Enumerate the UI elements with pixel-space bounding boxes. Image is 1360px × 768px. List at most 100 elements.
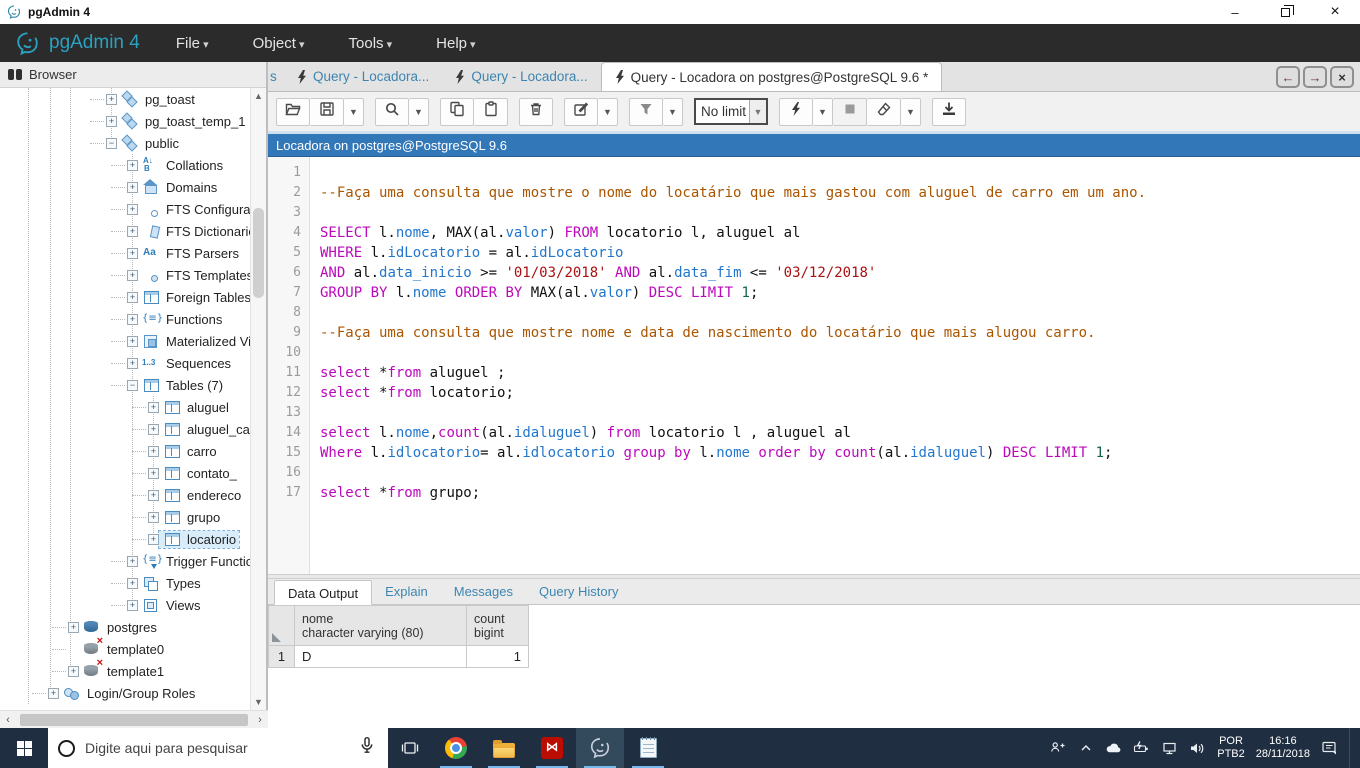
- paste-button[interactable]: [474, 97, 508, 126]
- expand-icon[interactable]: +: [148, 533, 159, 545]
- expand-icon[interactable]: +: [127, 291, 138, 303]
- edit-button[interactable]: [564, 97, 598, 126]
- tree-item-locatorio[interactable]: + locatorio: [0, 528, 252, 550]
- tree-item-fts-templates[interactable]: + FTS Templates: [0, 264, 252, 286]
- find-dropdown-button[interactable]: ▼: [409, 97, 429, 126]
- row-number[interactable]: 1: [268, 645, 295, 668]
- find-button[interactable]: [375, 97, 409, 126]
- clock[interactable]: 16:16 28/11/2018: [1256, 735, 1310, 761]
- output-tab-query-history[interactable]: Query History: [526, 579, 631, 604]
- tree-item-grupo[interactable]: + grupo: [0, 506, 252, 528]
- expand-icon[interactable]: +: [127, 203, 138, 215]
- expand-icon[interactable]: +: [127, 335, 138, 347]
- cell[interactable]: D: [294, 645, 467, 668]
- tab-scroll-left-button[interactable]: ←: [1276, 66, 1300, 88]
- taskbar-search-input[interactable]: Digite aqui para pesquisar: [48, 728, 388, 768]
- filter-button[interactable]: [629, 97, 663, 126]
- show-desktop-button[interactable]: [1349, 728, 1354, 768]
- row-limit-select[interactable]: No limit ▼: [694, 98, 768, 125]
- network-icon[interactable]: [1161, 740, 1178, 757]
- expand-icon[interactable]: +: [127, 555, 138, 567]
- tree-item-endereco[interactable]: + endereco: [0, 484, 252, 506]
- tree-item-foreign-tables[interactable]: + Foreign Tables: [0, 286, 252, 308]
- tree-item-pg-toast[interactable]: + pg_toast: [0, 88, 252, 110]
- tree-item-trigger-functions[interactable]: + Trigger Functions: [0, 550, 252, 572]
- expand-icon[interactable]: +: [106, 93, 117, 105]
- start-button[interactable]: [0, 728, 48, 768]
- collapse-icon[interactable]: −: [127, 379, 138, 391]
- taskbar-app-chrome[interactable]: [432, 728, 480, 768]
- expand-icon[interactable]: +: [127, 181, 138, 193]
- expand-icon[interactable]: +: [148, 423, 159, 435]
- tree-item-fts-configurations[interactable]: + FTS Configurations: [0, 198, 252, 220]
- tree-item-pg-toast-temp-1[interactable]: + pg_toast_temp_1: [0, 110, 252, 132]
- tree-item-domains[interactable]: + Domains: [0, 176, 252, 198]
- taskbar-app-notepad[interactable]: [624, 728, 672, 768]
- tree-item-types[interactable]: + Types: [0, 572, 252, 594]
- tree-item-login-group-roles[interactable]: + Login/Group Roles: [0, 682, 252, 704]
- scrollbar-thumb[interactable]: [20, 713, 248, 726]
- execute-button[interactable]: [779, 97, 813, 126]
- expand-icon[interactable]: +: [148, 511, 159, 523]
- expand-icon[interactable]: +: [148, 489, 159, 501]
- expand-icon[interactable]: +: [68, 621, 79, 633]
- scroll-down-icon[interactable]: ▼: [251, 694, 266, 710]
- save-dropdown-button[interactable]: ▼: [344, 97, 364, 126]
- expand-icon[interactable]: +: [68, 665, 79, 677]
- tree-vertical-scrollbar[interactable]: ▲ ▼: [250, 88, 266, 710]
- select-all-corner[interactable]: [268, 605, 295, 646]
- tree-item-views[interactable]: + Views: [0, 594, 252, 616]
- expand-icon[interactable]: +: [127, 599, 138, 611]
- clear-dropdown-button[interactable]: ▼: [901, 97, 921, 126]
- open-file-button[interactable]: [276, 97, 310, 126]
- expand-icon[interactable]: +: [127, 225, 138, 237]
- tree-item-fts-parsers[interactable]: + FTS Parsers: [0, 242, 252, 264]
- output-tab-data-output[interactable]: Data Output: [274, 580, 373, 605]
- tree-item-sequences[interactable]: + Sequences: [0, 352, 252, 374]
- restore-button[interactable]: [1260, 0, 1310, 24]
- query-tab-1[interactable]: Query - Locadora...: [284, 62, 442, 91]
- scrollbar-thumb[interactable]: [253, 208, 264, 298]
- expand-icon[interactable]: +: [127, 159, 138, 171]
- menu-object[interactable]: Object: [253, 35, 305, 52]
- filter-dropdown-button[interactable]: ▼: [663, 97, 683, 126]
- edit-dropdown-button[interactable]: ▼: [598, 97, 618, 126]
- menu-tools[interactable]: Tools: [349, 35, 393, 52]
- tree-item-materialized-views[interactable]: + Materialized Views: [0, 330, 252, 352]
- expand-icon[interactable]: +: [148, 445, 159, 457]
- expand-icon[interactable]: +: [148, 467, 159, 479]
- menu-file[interactable]: File: [176, 35, 209, 52]
- tree-item-template0[interactable]: +×template0: [0, 636, 252, 660]
- onedrive-icon[interactable]: [1105, 740, 1122, 757]
- expand-icon[interactable]: +: [127, 313, 138, 325]
- battery-icon[interactable]: [1133, 740, 1150, 757]
- taskbar-app-acrobat[interactable]: [528, 728, 576, 768]
- save-button[interactable]: [310, 97, 344, 126]
- chevron-up-icon[interactable]: [1077, 740, 1094, 757]
- tab-scroll-right-button[interactable]: →: [1303, 66, 1327, 88]
- volume-icon[interactable]: [1189, 740, 1206, 757]
- scroll-left-icon[interactable]: ‹: [0, 714, 16, 726]
- language-indicator[interactable]: POR PTB2: [1217, 735, 1245, 761]
- column-header-nome[interactable]: nome character varying (80): [294, 605, 467, 646]
- query-tab-2[interactable]: Query - Locadora...: [442, 62, 600, 91]
- scroll-right-icon[interactable]: ›: [252, 714, 268, 726]
- taskbar-app-file-explorer[interactable]: [480, 728, 528, 768]
- tree-item-contato[interactable]: + contato_: [0, 462, 252, 484]
- tree-item-carro[interactable]: + carro: [0, 440, 252, 462]
- tree-item-template1[interactable]: + × template1: [0, 658, 252, 682]
- chevron-down-icon[interactable]: ▼: [749, 100, 766, 123]
- tree-item-tables-7[interactable]: − Tables (7): [0, 374, 252, 396]
- output-tab-explain[interactable]: Explain: [372, 579, 441, 604]
- expand-icon[interactable]: +: [127, 577, 138, 589]
- expand-icon[interactable]: +: [127, 247, 138, 259]
- delete-button[interactable]: [519, 97, 553, 126]
- overflowed-tab[interactable]: s: [268, 62, 284, 91]
- tree-item-postgres[interactable]: + postgres: [0, 616, 252, 638]
- tree-item-aluguel[interactable]: + aluguel: [0, 396, 252, 418]
- clear-button[interactable]: [867, 97, 901, 126]
- download-button[interactable]: [932, 97, 966, 126]
- cell[interactable]: 1: [466, 645, 529, 668]
- minimize-button[interactable]: –: [1210, 0, 1260, 24]
- expand-icon[interactable]: +: [48, 687, 59, 699]
